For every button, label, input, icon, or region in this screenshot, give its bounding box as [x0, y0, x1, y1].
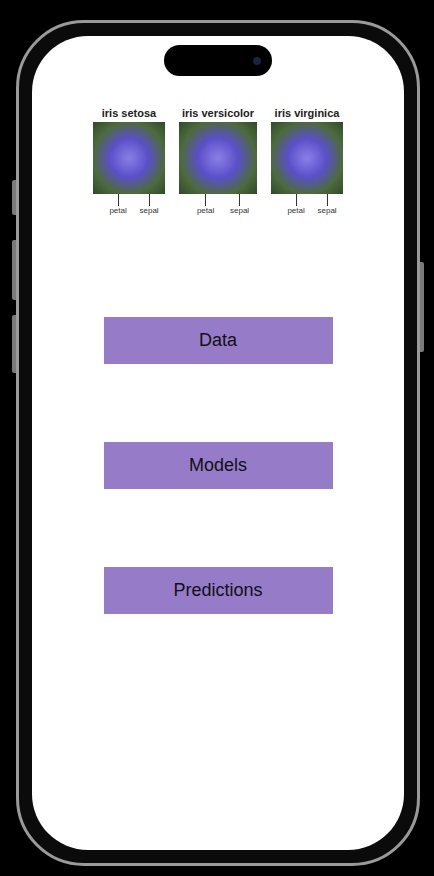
species-name: iris versicolor — [182, 106, 254, 120]
camera-icon — [253, 57, 261, 65]
label-line — [296, 194, 297, 206]
power-button — [420, 262, 424, 352]
dynamic-island — [164, 45, 272, 76]
page: iris setosa petal sepal iris versicolor peta… — [0, 0, 434, 876]
part-labels: petal sepal — [179, 194, 257, 216]
menu: Data Models Predictions — [104, 317, 333, 614]
part-labels: petal sepal — [271, 194, 343, 216]
flower-photo — [271, 122, 343, 194]
part-label: petal — [109, 194, 126, 216]
part-labels: petal sepal — [93, 194, 165, 216]
volume-up-button — [12, 240, 16, 300]
label-line — [149, 194, 150, 206]
label-line — [205, 194, 206, 206]
part-label: sepal — [139, 194, 158, 216]
species-panel: iris setosa petal sepal — [93, 106, 165, 216]
menu-button[interactable]: Data — [104, 317, 333, 364]
action-button — [12, 180, 16, 215]
label-line — [239, 194, 240, 206]
phone-frame: iris setosa petal sepal iris versicolor peta… — [16, 20, 420, 866]
label-line — [327, 194, 328, 206]
menu-button[interactable]: Models — [104, 442, 333, 489]
iris-figure: iris setosa petal sepal iris versicolor peta… — [93, 106, 343, 216]
phone-screen: iris setosa petal sepal iris versicolor peta… — [32, 36, 404, 850]
volume-down-button — [12, 315, 16, 373]
part-label: sepal — [317, 194, 336, 216]
menu-button[interactable]: Predictions — [104, 567, 333, 614]
flower-photo — [179, 122, 257, 194]
flower-photo — [93, 122, 165, 194]
species-panel: iris virginica petal sepal — [271, 106, 343, 216]
label-line — [118, 194, 119, 206]
part-label: sepal — [230, 194, 249, 216]
species-name: iris setosa — [102, 106, 156, 120]
species-panel: iris versicolor petal sepal — [179, 106, 257, 216]
part-label: petal — [287, 194, 304, 216]
part-label: petal — [197, 194, 214, 216]
species-name: iris virginica — [275, 106, 340, 120]
